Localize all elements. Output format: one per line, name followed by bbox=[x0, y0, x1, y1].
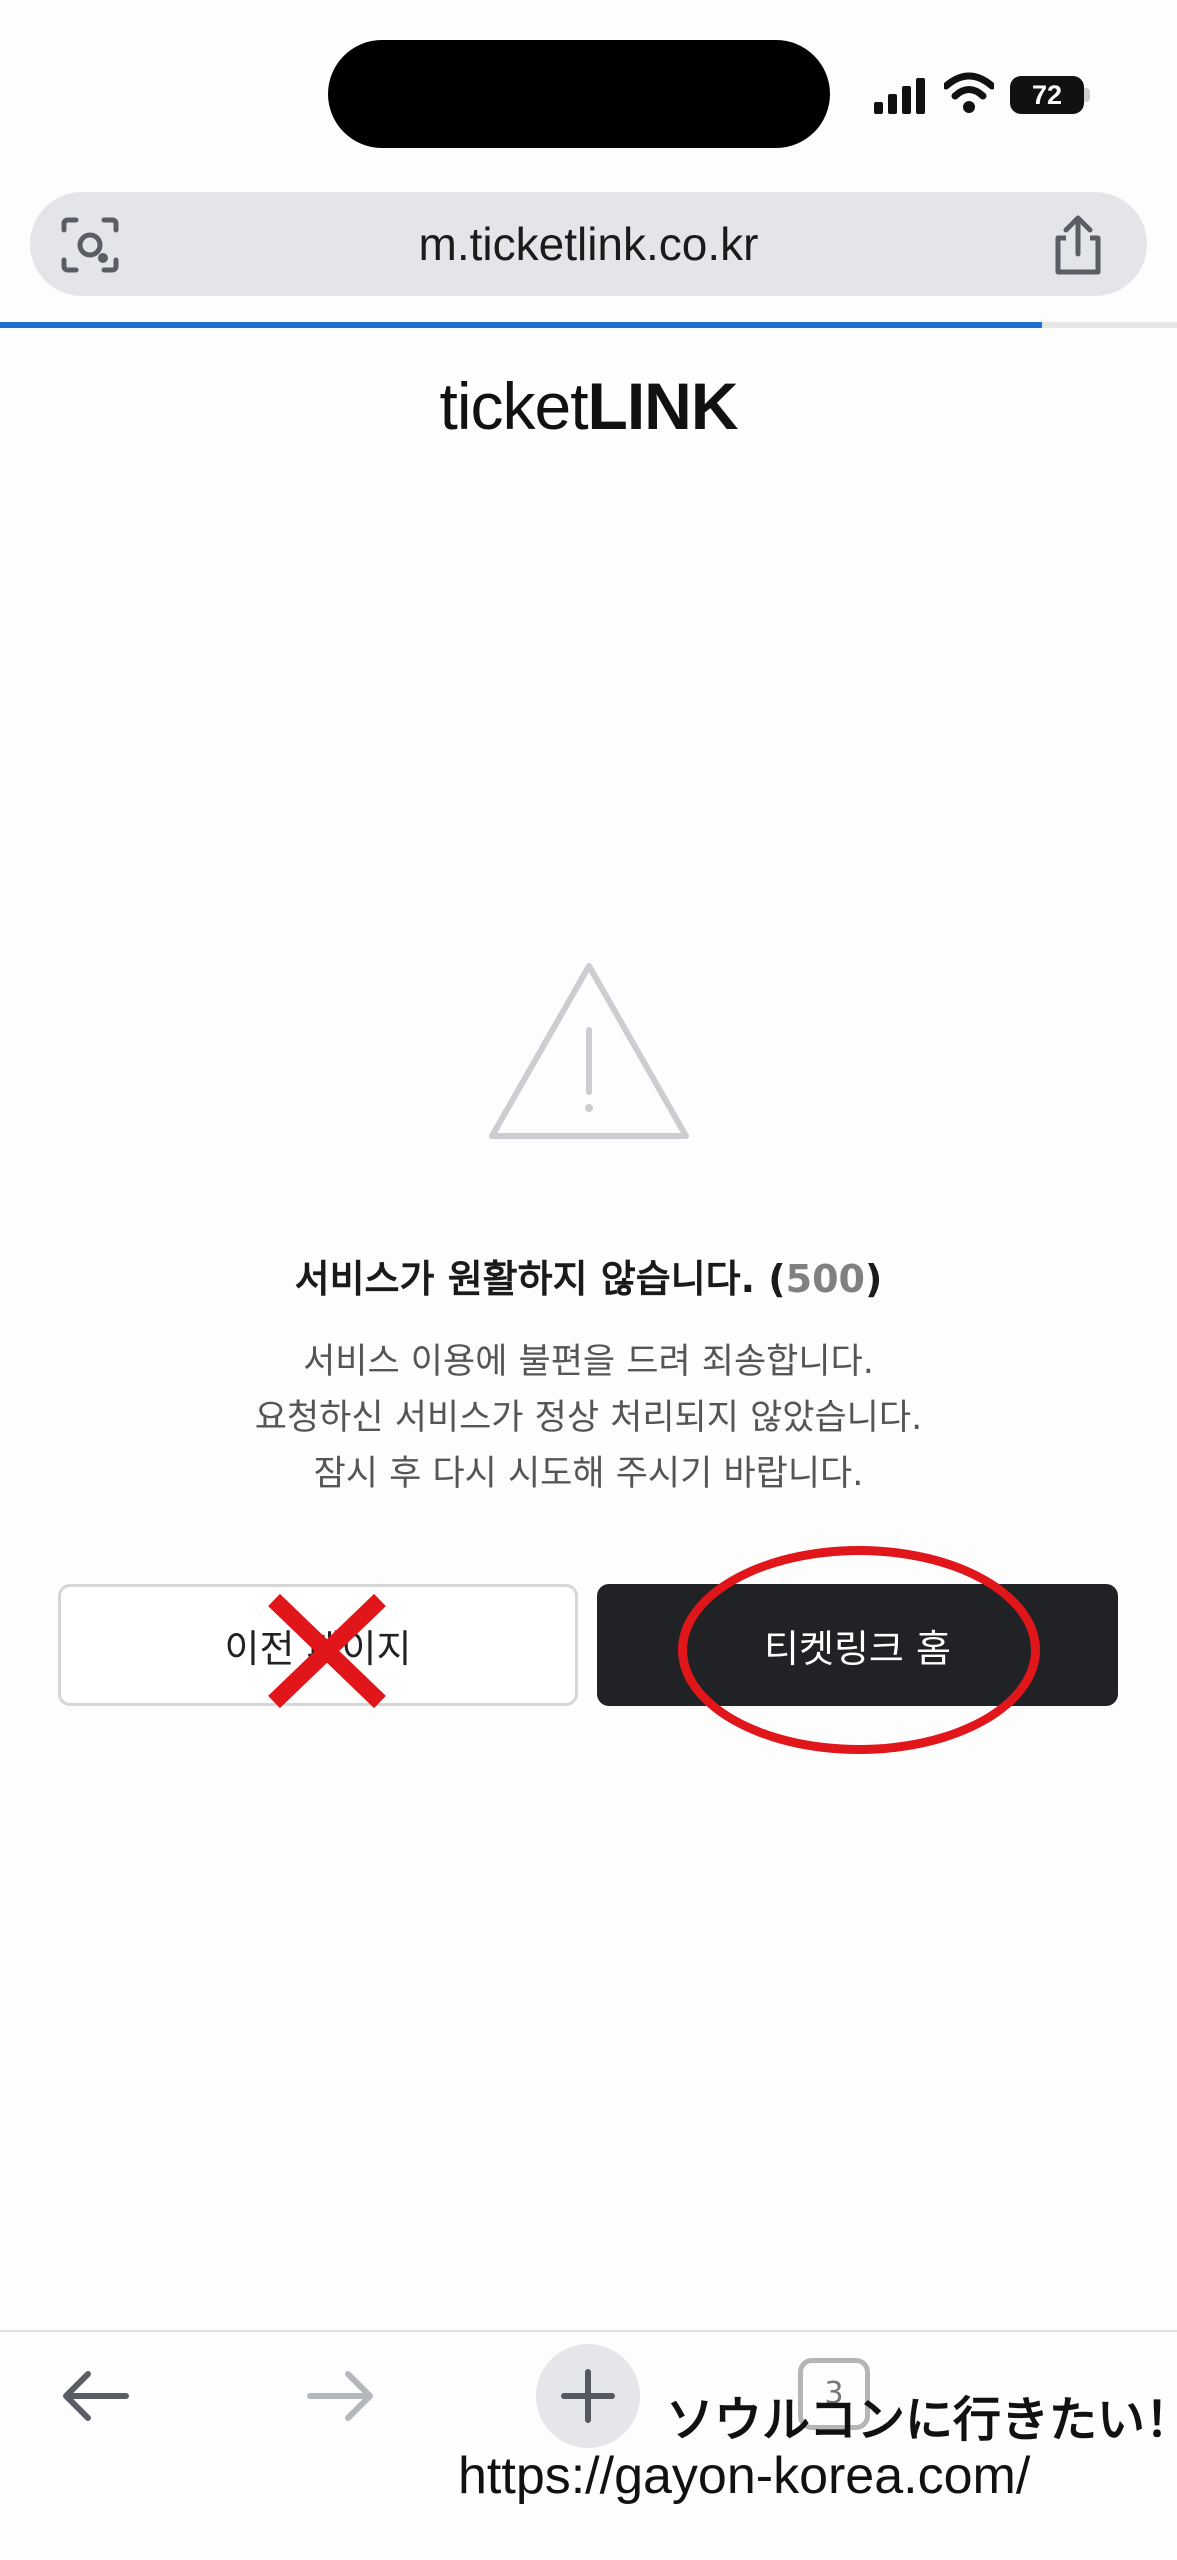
warning-icon bbox=[489, 963, 689, 1139]
forward-arrow-icon[interactable] bbox=[300, 2366, 380, 2426]
error-line: 요청하신 서비스가 정상 처리되지 않았습니다. bbox=[254, 1398, 923, 1438]
red-cross-annotation bbox=[268, 1593, 386, 1709]
error-line: 서비스 이용에 불편을 드려 죄송합니다. bbox=[303, 1342, 874, 1382]
error-code: 500 bbox=[785, 1257, 865, 1301]
error-title-text: 서비스가 원활하지 않습니다. ( bbox=[294, 1257, 786, 1301]
lens-icon[interactable] bbox=[60, 216, 120, 274]
url-text[interactable]: m.ticketlink.co.kr bbox=[200, 192, 977, 296]
toolbar-divider bbox=[0, 2330, 1177, 2332]
error-title-end: ) bbox=[864, 1257, 883, 1301]
share-icon[interactable] bbox=[1048, 214, 1108, 276]
new-tab-button[interactable] bbox=[536, 2344, 640, 2448]
wifi-icon bbox=[944, 72, 994, 113]
page-load-progress bbox=[0, 322, 1177, 328]
error-line: 잠시 후 다시 시도해 주시기 바랍니다. bbox=[313, 1454, 864, 1494]
dynamic-island bbox=[328, 40, 830, 148]
watermark-line1: ソウルコンに行きたい！ bbox=[666, 2392, 1177, 2448]
page-load-progress-fill bbox=[0, 322, 1042, 328]
ticketlink-logo[interactable]: ticketLINK bbox=[0, 368, 1177, 444]
battery-level: 72 bbox=[1010, 76, 1084, 114]
plus-icon bbox=[561, 2369, 615, 2423]
error-description: 서비스 이용에 불편을 드려 죄송합니다. 요청하신 서비스가 정상 처리되지 … bbox=[0, 1334, 1177, 1502]
logo-bold-text: LINK bbox=[587, 369, 739, 443]
watermark-url: https://gayon-korea.com/ bbox=[458, 2447, 1031, 2505]
red-circle-annotation bbox=[678, 1546, 1040, 1754]
cellular-signal-icon bbox=[874, 78, 928, 114]
battery-tip bbox=[1084, 88, 1090, 102]
back-arrow-icon[interactable] bbox=[56, 2366, 136, 2426]
error-title: 서비스가 원활하지 않습니다. (500) bbox=[0, 1248, 1177, 1303]
logo-light-text: ticket bbox=[439, 369, 588, 443]
